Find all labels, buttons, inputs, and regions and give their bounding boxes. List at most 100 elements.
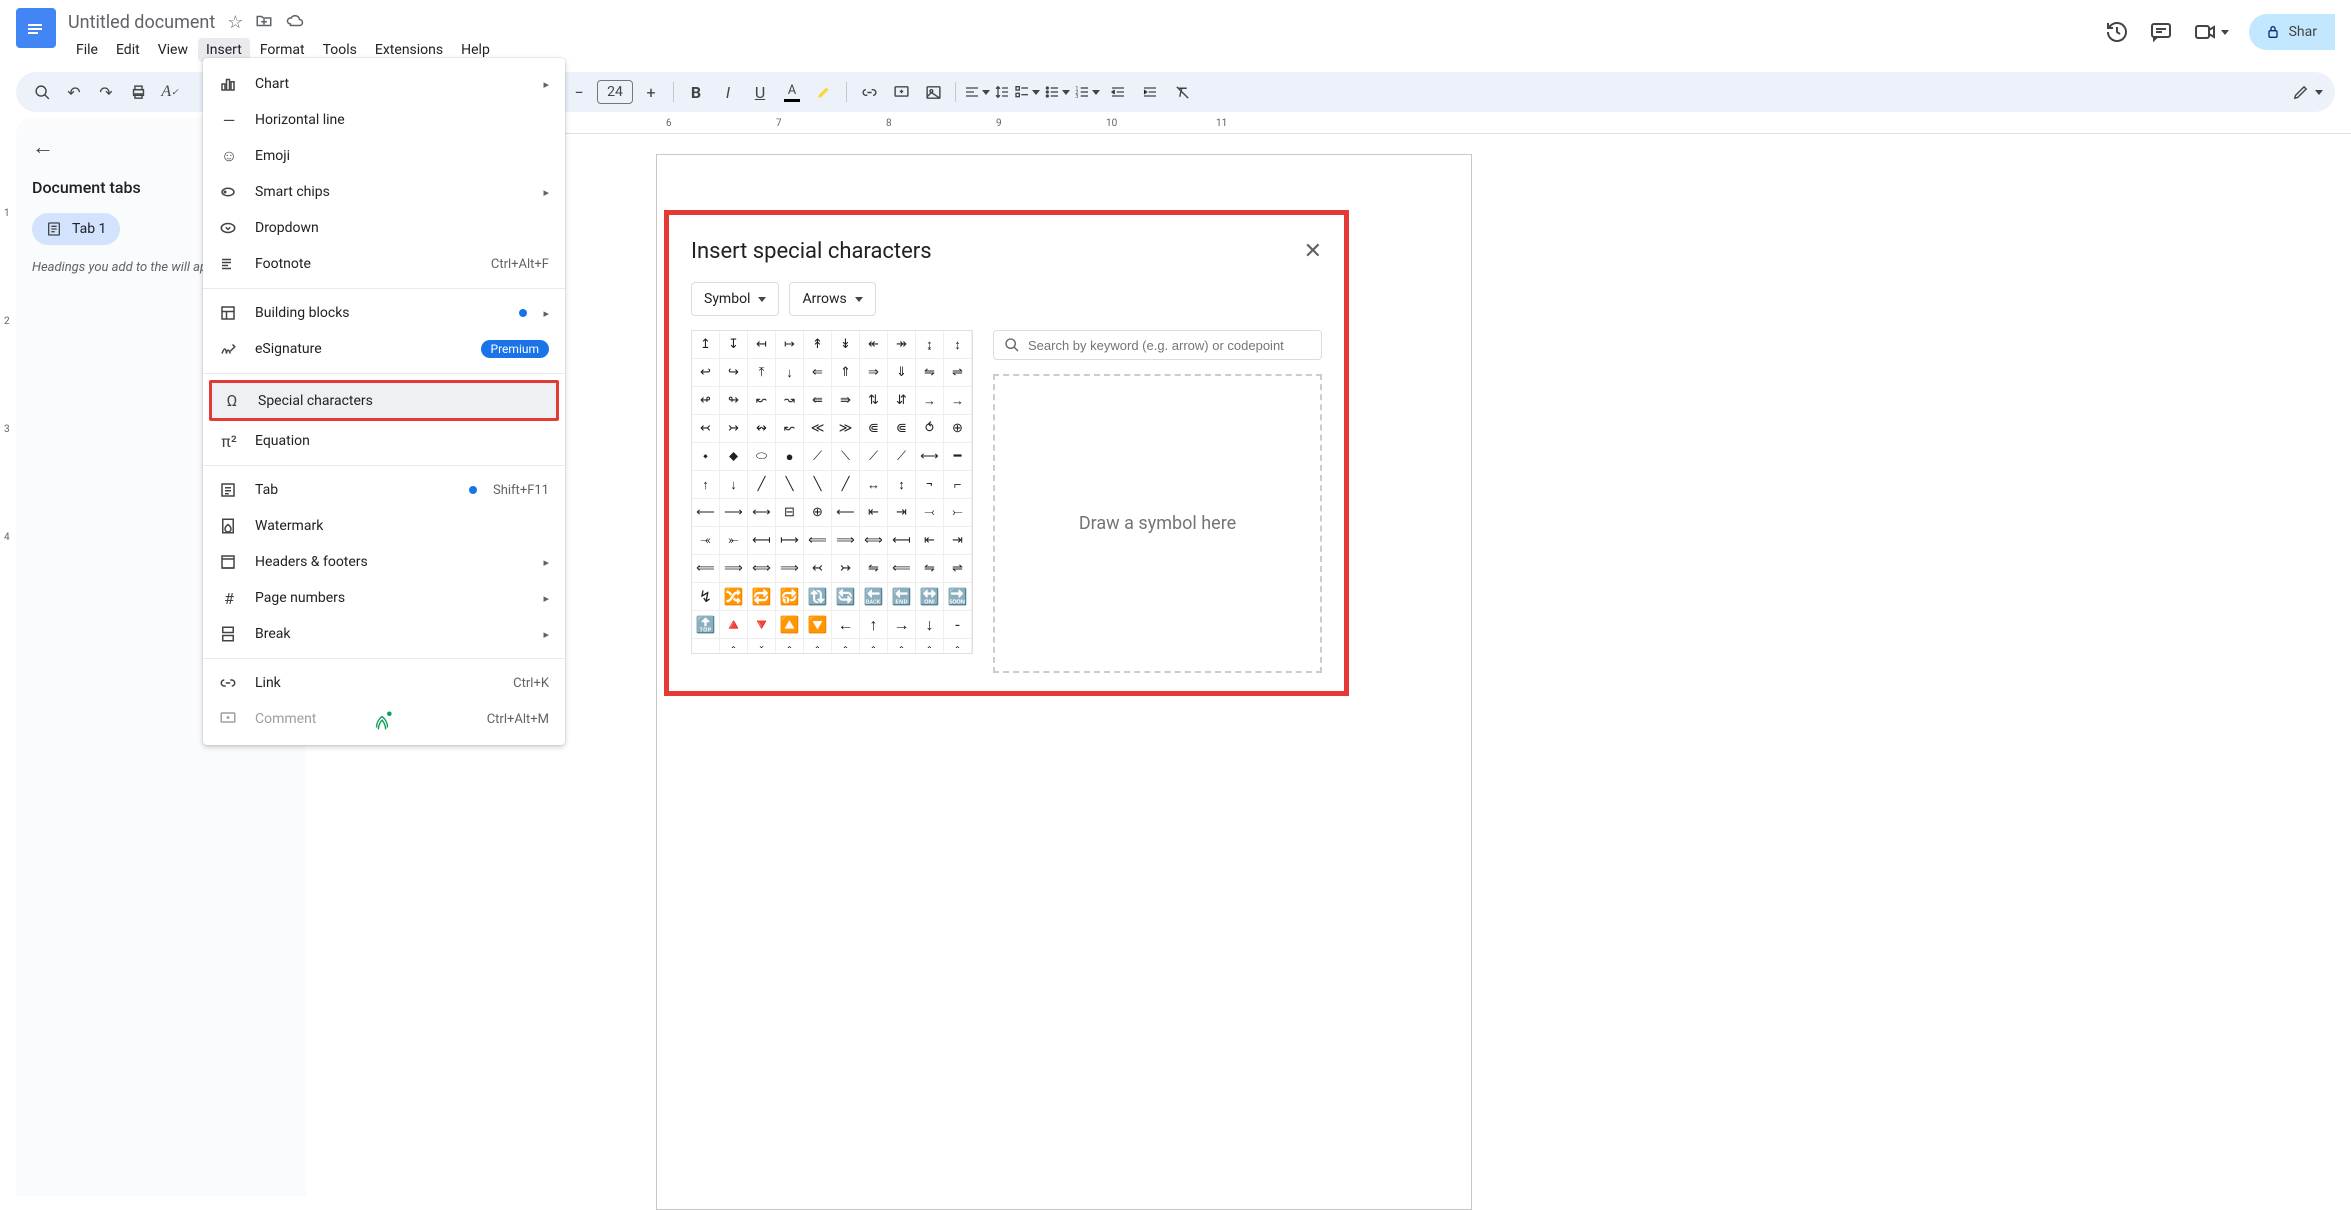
char-cell[interactable]: ⟋ xyxy=(888,443,916,471)
editmode-icon[interactable] xyxy=(2292,78,2323,106)
char-cell[interactable]: ⇛ xyxy=(832,387,860,415)
char-cell[interactable]: ↓ xyxy=(720,471,748,499)
char-cell[interactable]: ⬩ xyxy=(692,443,720,471)
char-cell[interactable]: ↧ xyxy=(720,331,748,359)
char-cell[interactable]: ⇵ xyxy=(888,387,916,415)
star-icon[interactable]: ☆ xyxy=(227,12,243,33)
char-cell[interactable]: 🔼 xyxy=(776,611,804,639)
tab-chip[interactable]: Tab 1 xyxy=(32,213,120,245)
search-icon[interactable] xyxy=(28,78,56,106)
char-cell[interactable]: ⊕ xyxy=(944,415,972,443)
char-cell[interactable]: ↓ xyxy=(916,611,944,639)
char-cell[interactable]: ⇥ xyxy=(888,499,916,527)
char-cell[interactable]: ⤒ xyxy=(748,359,776,387)
char-cell[interactable]: ⇑ xyxy=(832,359,860,387)
link-icon[interactable] xyxy=(855,78,883,106)
numbered-icon[interactable]: 123 xyxy=(1074,78,1100,106)
checklist-icon[interactable] xyxy=(1014,78,1040,106)
insert-pagenum[interactable]: #Page numbers▸ xyxy=(203,580,565,616)
bold-icon[interactable]: B xyxy=(682,78,710,106)
comments-icon[interactable] xyxy=(2149,20,2173,44)
insert-link[interactable]: LinkCtrl+K xyxy=(203,665,565,701)
char-cell[interactable]: 🔀 xyxy=(720,583,748,611)
insert-tab[interactable]: TabShift+F11 xyxy=(203,472,565,508)
char-cell[interactable]: ← xyxy=(832,611,860,639)
char-cell[interactable]: 🔂 xyxy=(776,583,804,611)
char-cell[interactable]: ↯ xyxy=(692,583,720,611)
highlight-icon[interactable] xyxy=(810,78,838,106)
history-icon[interactable] xyxy=(2105,20,2129,44)
char-cell[interactable]: ↞ xyxy=(860,331,888,359)
char-cell[interactable]: ⟷ xyxy=(748,499,776,527)
char-cell[interactable]: ⊕ xyxy=(804,499,832,527)
char-cell[interactable]: ↫ xyxy=(692,387,720,415)
char-cell[interactable]: ⇓ xyxy=(888,359,916,387)
insert-hr[interactable]: —Horizontal line xyxy=(203,102,565,138)
bulleted-icon[interactable] xyxy=(1044,78,1070,106)
underline-icon[interactable]: U xyxy=(746,78,774,106)
char-cell[interactable]: ⟺ xyxy=(748,555,776,583)
char-cell[interactable]: ⤜ xyxy=(720,527,748,555)
insert-esignature[interactable]: eSignaturePremium xyxy=(203,331,565,367)
char-cell[interactable]: ⟹ xyxy=(776,555,804,583)
char-cell[interactable]: ˆ xyxy=(776,639,804,654)
menu-file[interactable]: File xyxy=(68,38,106,62)
char-cell[interactable]: ⟻ xyxy=(888,527,916,555)
subcategory-select[interactable]: Arrows xyxy=(789,282,875,316)
char-cell[interactable]: ˆ xyxy=(888,639,916,654)
char-cell[interactable]: ⌐ xyxy=(944,471,972,499)
char-cell[interactable]: ━ xyxy=(944,443,972,471)
char-cell[interactable]: ⟹ xyxy=(720,555,748,583)
char-cell[interactable]: ↕ xyxy=(888,471,916,499)
char-cell[interactable]: ● xyxy=(776,443,804,471)
char-cell[interactable]: ↠ xyxy=(888,331,916,359)
char-cell[interactable]: ⟸ xyxy=(804,527,832,555)
char-cell[interactable]: 🔽 xyxy=(804,611,832,639)
char-cell[interactable]: ⟺ xyxy=(860,527,888,555)
char-cell[interactable]: ˆ xyxy=(860,639,888,654)
char-cell[interactable]: ⟶ xyxy=(720,499,748,527)
char-cell[interactable]: ⬥ xyxy=(720,443,748,471)
char-cell[interactable]: ╱ xyxy=(748,471,776,499)
addcomment-icon[interactable] xyxy=(887,78,915,106)
char-cell[interactable]: ⇚ xyxy=(804,387,832,415)
char-cell[interactable]: ↑ xyxy=(860,611,888,639)
char-cell[interactable]: ⟻ xyxy=(748,527,776,555)
search-input[interactable] xyxy=(1028,338,1311,353)
char-cell[interactable]: ↔ xyxy=(860,471,888,499)
char-cell[interactable]: ⟍ xyxy=(832,443,860,471)
char-cell[interactable]: ⇋ xyxy=(916,555,944,583)
char-cell[interactable]: ↪ xyxy=(720,359,748,387)
char-cell[interactable]: ⟷ xyxy=(916,443,944,471)
docs-logo[interactable] xyxy=(16,8,56,48)
char-cell[interactable]: ˆ xyxy=(832,639,860,654)
char-cell[interactable]: ⇤ xyxy=(860,499,888,527)
char-cell[interactable]: ˆ xyxy=(916,639,944,654)
char-cell[interactable]: ⇅ xyxy=(860,387,888,415)
char-cell[interactable]: ¬ xyxy=(916,471,944,499)
move-icon[interactable] xyxy=(255,12,273,33)
doc-title[interactable]: Untitled document xyxy=(68,12,215,33)
fontsize-dec[interactable]: − xyxy=(565,78,593,106)
image-icon[interactable] xyxy=(919,78,947,106)
char-cell[interactable]: ⇥ xyxy=(944,527,972,555)
char-cell[interactable]: ⟸ xyxy=(888,555,916,583)
char-cell[interactable]: → xyxy=(944,387,972,415)
insert-emoji[interactable]: ☺Emoji xyxy=(203,138,565,174)
char-cell[interactable]: ⥀ xyxy=(916,415,944,443)
char-cell[interactable]: 🔄 xyxy=(832,583,860,611)
italic-icon[interactable]: I xyxy=(714,78,742,106)
char-cell[interactable]: ↜ xyxy=(776,415,804,443)
insert-building[interactable]: Building blocks▸ xyxy=(203,295,565,331)
char-cell[interactable]: 🔁 xyxy=(748,583,776,611)
char-cell[interactable]: ˆ xyxy=(944,639,972,654)
menu-edit[interactable]: Edit xyxy=(108,38,148,62)
char-cell[interactable]: ↓ xyxy=(776,359,804,387)
char-cell[interactable]: → xyxy=(888,611,916,639)
char-cell[interactable]: ↢ xyxy=(692,415,720,443)
char-cell[interactable]: 🔝 xyxy=(692,611,720,639)
char-cell[interactable]: ↢ xyxy=(804,555,832,583)
insert-watermark[interactable]: Watermark xyxy=(203,508,565,544)
insert-chart[interactable]: Chart▸ xyxy=(203,66,565,102)
char-cell[interactable]: ↑ xyxy=(692,471,720,499)
